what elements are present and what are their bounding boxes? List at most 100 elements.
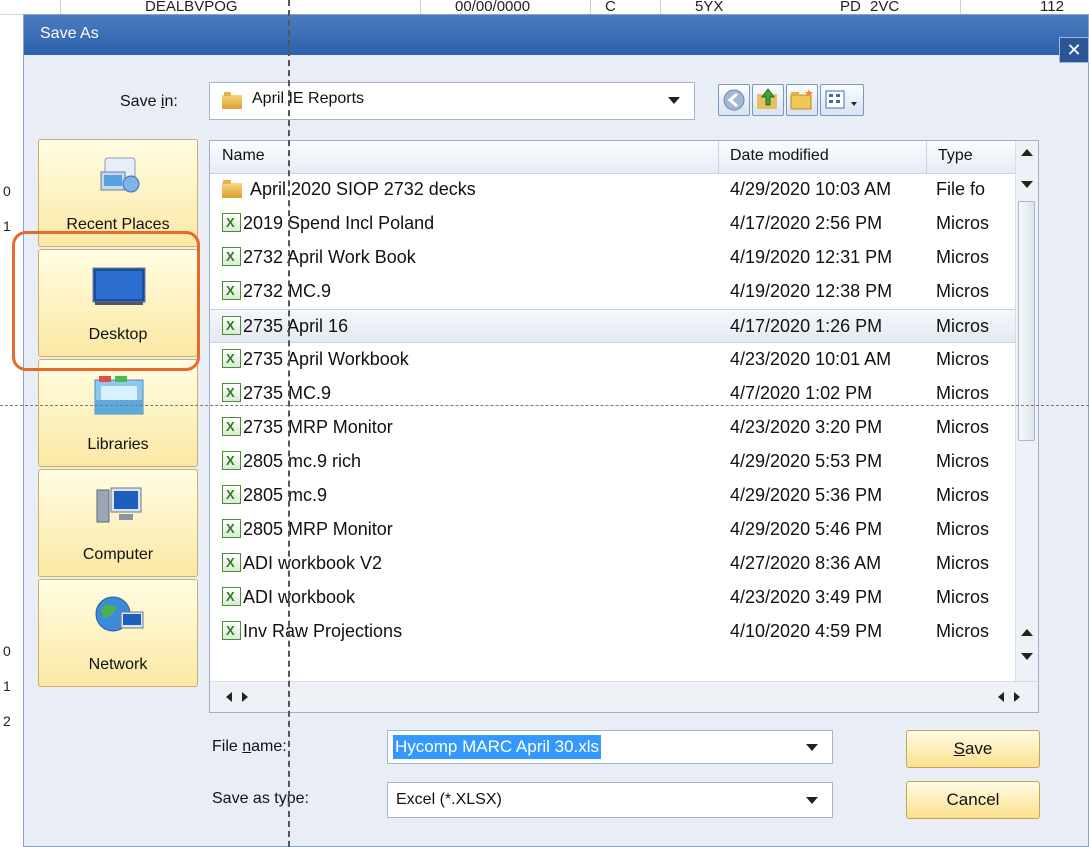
sheet-row-number: 2 — [3, 713, 11, 729]
back-button[interactable] — [718, 84, 750, 116]
sheet-row-number: 1 — [3, 218, 11, 234]
sheet-cell: 112 — [1040, 0, 1064, 15]
file-row[interactable]: 2019 Spend Incl Poland 4/17/2020 2:56 PM M… — [210, 207, 1018, 241]
file-date-cell: 4/23/2020 3:20 PM — [730, 417, 883, 437]
file-type-cell: Micros — [936, 587, 989, 607]
place-network[interactable]: Network — [38, 579, 198, 687]
places-bar: Recent Places Desktop Libraries Computer… — [13, 123, 198, 693]
file-type-cell: Micros — [936, 247, 989, 267]
file-row[interactable]: 2735 MRP Monitor 4/23/2020 3:20 PM Micros — [210, 411, 1018, 445]
cancel-button[interactable]: Cancel — [906, 781, 1040, 819]
excel-file-icon — [222, 587, 241, 606]
cancel-button-label: Cancel — [946, 790, 1000, 809]
file-name-text: 2805 mc.9 — [243, 485, 328, 505]
file-row[interactable]: ADI workbook V2 4/27/2020 8:36 AM Micros — [210, 547, 1018, 581]
file-type-cell: Micros — [936, 485, 989, 505]
close-button[interactable]: ✕ — [1059, 37, 1089, 63]
column-header-date[interactable]: Date modified — [730, 147, 829, 165]
file-name-text: April 2020 SIOP 2732 decks — [250, 179, 476, 199]
file-list-header: Name Date modified Type — [210, 141, 1038, 174]
scroll-up-icon[interactable] — [1021, 629, 1033, 636]
save-type-dropdown[interactable]: Excel (*.XLSX) — [387, 782, 833, 818]
file-name-cell: 2732 April Work Book — [222, 247, 416, 268]
file-name-text: 2735 April Workbook — [243, 349, 409, 369]
up-one-level-button[interactable] — [752, 84, 784, 116]
back-arrow-icon — [723, 89, 745, 111]
excel-file-icon — [222, 485, 241, 504]
column-header-type[interactable]: Type — [938, 147, 973, 165]
file-type-cell: File fo — [936, 179, 986, 199]
file-date-cell: 4/29/2020 5:53 PM — [730, 451, 883, 471]
save-button[interactable]: Save — [906, 730, 1040, 768]
new-folder-button[interactable] — [786, 84, 818, 116]
chevron-down-icon — [668, 97, 680, 104]
up-folder-icon — [757, 88, 777, 109]
file-name-value: Hycomp MARC April 30.xls — [393, 735, 602, 759]
file-type-cell: Micros — [936, 213, 989, 233]
folder-icon — [222, 180, 242, 198]
file-name-cell: April 2020 SIOP 2732 decks — [222, 179, 476, 200]
guide-line-horizontal — [0, 405, 1089, 406]
sheet-cell: 00/00/0000 — [455, 0, 531, 15]
file-name-text: 2805 MRP Monitor — [243, 519, 393, 539]
column-separator[interactable] — [718, 141, 719, 173]
file-name-cell: 2735 MRP Monitor — [222, 417, 393, 438]
file-name-text: 2735 MRP Monitor — [243, 417, 393, 437]
file-name-cell: 2805 mc.9 — [222, 485, 327, 506]
file-name-field[interactable]: Hycomp MARC April 30.xls — [387, 730, 833, 764]
save-in-dropdown[interactable]: April IE Reports — [209, 82, 695, 120]
sheet-row-number: 0 — [3, 643, 11, 659]
file-row[interactable]: 2735 April Workbook 4/23/2020 10:01 AM Mic… — [210, 343, 1018, 377]
column-separator[interactable] — [926, 141, 927, 173]
sheet-cell: 5YX — [695, 0, 724, 15]
vertical-scrollbar[interactable] — [1015, 141, 1038, 681]
file-row[interactable]: 2805 mc.9 rich 4/29/2020 5:53 PM Micros — [210, 445, 1018, 479]
file-name-text: 2735 April 16 — [243, 316, 349, 336]
scroll-left-right-icon[interactable] — [990, 682, 1030, 712]
file-name-cell: Inv Raw Projections — [222, 621, 402, 642]
recent-places-icon — [100, 157, 140, 193]
chevron-down-icon[interactable] — [806, 744, 818, 751]
file-name-cell: 2805 mc.9 rich — [222, 451, 361, 472]
views-icon — [825, 90, 857, 109]
views-menu-button[interactable] — [820, 84, 864, 116]
place-computer[interactable]: Computer — [38, 469, 198, 577]
file-row[interactable]: 2805 MRP Monitor 4/29/2020 5:46 PM Micros — [210, 513, 1018, 547]
save-button-accel: S — [953, 739, 965, 758]
file-date-cell: 4/23/2020 10:01 AM — [730, 349, 892, 369]
save-type-value: Excel (*.XLSX) — [396, 791, 502, 808]
scroll-down-icon[interactable] — [1021, 181, 1033, 188]
file-type-cell: Micros — [936, 349, 989, 369]
sheet-cell: C — [605, 0, 616, 15]
file-row[interactable]: 2732 April Work Book 4/19/2020 12:31 PM Mi… — [210, 241, 1018, 275]
new-folder-icon — [790, 89, 813, 110]
horizontal-scrollbar[interactable] — [210, 681, 1038, 712]
place-libraries[interactable]: Libraries — [38, 359, 198, 467]
place-label: Network — [88, 656, 148, 673]
excel-file-icon — [222, 417, 241, 436]
title-bar[interactable]: Save As — [24, 15, 1088, 55]
file-rows: April 2020 SIOP 2732 decks 4/29/2020 10:0… — [210, 173, 1018, 649]
save-in-value: April IE Reports — [252, 90, 365, 107]
file-row[interactable]: Inv Raw Projections 4/10/2020 4:59 PM Micr… — [210, 615, 1018, 649]
file-row[interactable]: ADI workbook 4/23/2020 3:49 PM Micros — [210, 581, 1018, 615]
column-header-name[interactable]: Name — [222, 147, 265, 165]
file-date-cell: 4/29/2020 10:03 AM — [730, 179, 892, 199]
file-name-text: Inv Raw Projections — [243, 621, 403, 641]
scroll-left-right-icon[interactable] — [218, 682, 258, 712]
sheet-row-number: 0 — [3, 183, 11, 199]
excel-file-icon — [222, 553, 241, 572]
file-name-cell: 2732 MC.9 — [222, 281, 331, 302]
file-row[interactable]: 2805 mc.9 4/29/2020 5:36 PM Micros — [210, 479, 1018, 513]
file-type-cell: Micros — [936, 281, 989, 301]
scroll-up-icon[interactable] — [1021, 149, 1033, 156]
close-icon: ✕ — [1066, 40, 1082, 60]
file-name-label-text: File — [212, 738, 243, 755]
file-row[interactable]: 2735 April 16 4/17/2020 1:26 PM Micros — [210, 309, 1018, 343]
scroll-down-icon[interactable] — [1021, 653, 1033, 660]
file-row[interactable]: April 2020 SIOP 2732 decks 4/29/2020 10:0… — [210, 173, 1018, 207]
file-name-cell: 2735 April Workbook — [222, 349, 409, 370]
file-row[interactable]: 2732 MC.9 4/19/2020 12:38 PM Micros — [210, 275, 1018, 309]
file-type-cell: Micros — [936, 553, 989, 573]
file-name-cell: 2019 Spend Incl Poland — [222, 213, 434, 234]
